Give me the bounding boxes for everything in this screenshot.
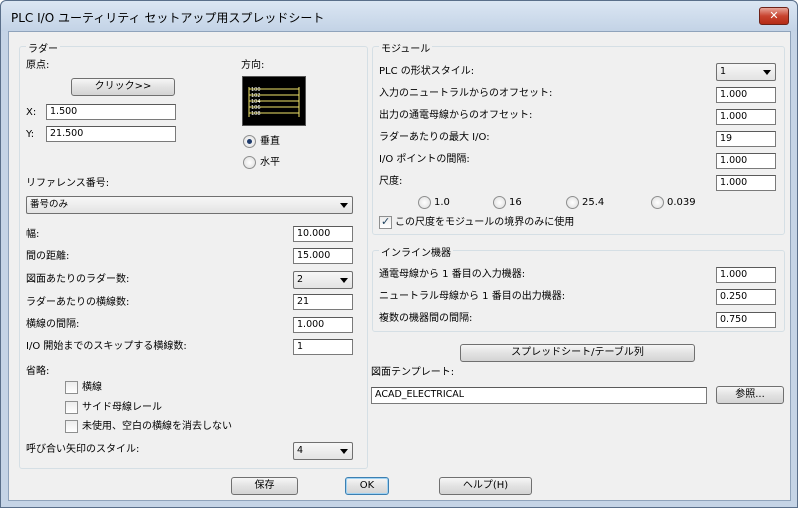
multi-device-spacing-label: 複数の機器間の間隔: xyxy=(379,313,473,324)
spreadsheet-columns-button[interactable]: スプレッドシート/テーブル列 xyxy=(460,344,695,362)
scale-only-module-label[interactable]: この尺度をモジュールの境界のみに使用 xyxy=(395,217,574,229)
width-label: 幅: xyxy=(26,229,40,240)
vertical-radio[interactable] xyxy=(243,135,256,148)
skip-rungs-label: I/O 開始までのスキップする横線数: xyxy=(26,341,187,352)
io-point-spacing-input[interactable]: 1.000 xyxy=(716,153,776,169)
spacing-input[interactable]: 15.000 xyxy=(293,248,353,264)
horizontal-label[interactable]: 水平 xyxy=(260,157,280,169)
direction-label: 方向: xyxy=(241,60,265,71)
scale-option-radio[interactable] xyxy=(651,196,664,209)
input-offset-input[interactable]: 1.000 xyxy=(716,87,776,103)
scale-option-radio[interactable] xyxy=(566,196,579,209)
scale-label: 尺度: xyxy=(379,176,403,187)
first-input-device-label: 通電母線から 1 番目の入力機器: xyxy=(379,269,526,280)
scale-only-module-checkbox[interactable] xyxy=(379,215,392,229)
template-label: 図面テンプレート: xyxy=(371,367,455,378)
scale-option-radio[interactable] xyxy=(493,196,506,209)
multi-device-spacing-input[interactable]: 0.750 xyxy=(716,312,776,328)
y-label: Y: xyxy=(26,129,35,140)
omit-rungs-checkbox[interactable] xyxy=(65,381,78,394)
io-point-spacing-label: I/O ポイントの間隔: xyxy=(379,154,470,165)
rungs-per-ladder-input[interactable]: 21 xyxy=(293,294,353,310)
arrow-style-dropdown[interactable]: 4 xyxy=(293,442,353,460)
horizontal-radio[interactable] xyxy=(243,156,256,169)
ladders-per-drawing-value: 2 xyxy=(297,274,304,285)
first-output-device-input[interactable]: 0.250 xyxy=(716,289,776,305)
title-bar[interactable]: PLC I/O ユーティリティ セットアップ用スプレッドシート ✕ xyxy=(1,1,797,31)
ladder-group-title: ラダー xyxy=(26,40,60,55)
omit-unused-label[interactable]: 未使用、空白の横線を消去しない xyxy=(82,421,232,433)
help-button[interactable]: ヘルプ(H) xyxy=(439,477,532,495)
output-offset-label: 出力の通電母線からのオフセット: xyxy=(379,110,533,121)
x-label: X: xyxy=(26,107,37,118)
omit-rails-label[interactable]: サイド母線レール xyxy=(82,402,162,414)
ladders-per-drawing-dropdown[interactable]: 2 xyxy=(293,271,353,289)
omit-unused-checkbox[interactable] xyxy=(65,420,78,433)
close-icon: ✕ xyxy=(769,9,779,22)
plc-style-label: PLC の形状スタイル: xyxy=(379,66,475,77)
max-io-label: ラダーあたりの最大 I/O: xyxy=(379,132,490,143)
chevron-down-icon xyxy=(763,70,771,75)
x-input[interactable]: 1.500 xyxy=(46,104,176,120)
y-input[interactable]: 21.500 xyxy=(46,126,176,142)
scale-input[interactable]: 1.000 xyxy=(716,175,776,191)
rungs-per-ladder-label: ラダーあたりの横線数: xyxy=(26,297,130,308)
scale-option-label[interactable]: 25.4 xyxy=(582,197,604,209)
arrow-style-label: 呼び合い矢印のスタイル: xyxy=(26,444,140,455)
chevron-down-icon xyxy=(340,449,348,454)
output-offset-input[interactable]: 1.000 xyxy=(716,109,776,125)
max-io-input[interactable]: 19 xyxy=(716,131,776,147)
spacing-label: 間の距離: xyxy=(26,251,70,262)
preview-tick: 108 xyxy=(251,111,261,117)
ladders-per-drawing-label: 図面あたりのラダー数: xyxy=(26,274,130,285)
first-output-device-label: ニュートラル母線から 1 番目の出力機器: xyxy=(379,291,566,302)
scale-option-label[interactable]: 0.039 xyxy=(667,197,696,209)
window-title: PLC I/O ユーティリティ セットアップ用スプレッドシート xyxy=(11,11,325,25)
scale-option-label[interactable]: 1.0 xyxy=(434,197,450,209)
skip-rungs-input[interactable]: 1 xyxy=(293,339,353,355)
template-input[interactable]: ACAD_ELECTRICAL xyxy=(371,387,707,404)
reference-dropdown[interactable]: 番号のみ xyxy=(26,196,353,214)
plc-style-value: 1 xyxy=(720,66,727,77)
omit-label: 省略: xyxy=(26,366,50,377)
dialog-body: ラダー 原点: クリック>> X: 1.500 Y: 21.500 方向: 10… xyxy=(8,31,791,501)
chevron-down-icon xyxy=(340,278,348,283)
inline-device-group-title: インライン機器 xyxy=(379,244,453,259)
ladder-direction-preview: 100 102 104 106 108 xyxy=(242,76,306,126)
chevron-down-icon xyxy=(340,203,348,208)
dialog-window: PLC I/O ユーティリティ セットアップ用スプレッドシート ✕ ラダー 原点… xyxy=(0,0,798,508)
first-input-device-input[interactable]: 1.000 xyxy=(716,267,776,283)
ok-button[interactable]: OK xyxy=(345,477,389,495)
arrow-style-value: 4 xyxy=(297,445,304,456)
origin-click-button[interactable]: クリック>> xyxy=(71,78,175,96)
scale-option-radio[interactable] xyxy=(418,196,431,209)
close-button[interactable]: ✕ xyxy=(759,7,789,25)
origin-label: 原点: xyxy=(26,60,50,71)
omit-rails-checkbox[interactable] xyxy=(65,401,78,414)
ladder-preview-graphic: 100 102 104 106 108 xyxy=(248,87,300,117)
scale-option-label[interactable]: 16 xyxy=(509,197,522,209)
plc-style-dropdown[interactable]: 1 xyxy=(716,63,776,81)
reference-label: リファレンス番号: xyxy=(26,178,110,189)
width-input[interactable]: 10.000 xyxy=(293,226,353,242)
save-button[interactable]: 保存 xyxy=(231,477,298,495)
rung-spacing-label: 横線の間隔: xyxy=(26,319,80,330)
vertical-label[interactable]: 垂直 xyxy=(260,136,280,148)
rung-spacing-input[interactable]: 1.000 xyxy=(293,317,353,333)
module-group-title: モジュール xyxy=(379,40,433,55)
input-offset-label: 入力のニュートラルからのオフセット: xyxy=(379,88,553,99)
browse-button[interactable]: 参照... xyxy=(716,386,784,404)
omit-rungs-label[interactable]: 横線 xyxy=(82,382,102,394)
reference-dropdown-value: 番号のみ xyxy=(30,199,69,210)
